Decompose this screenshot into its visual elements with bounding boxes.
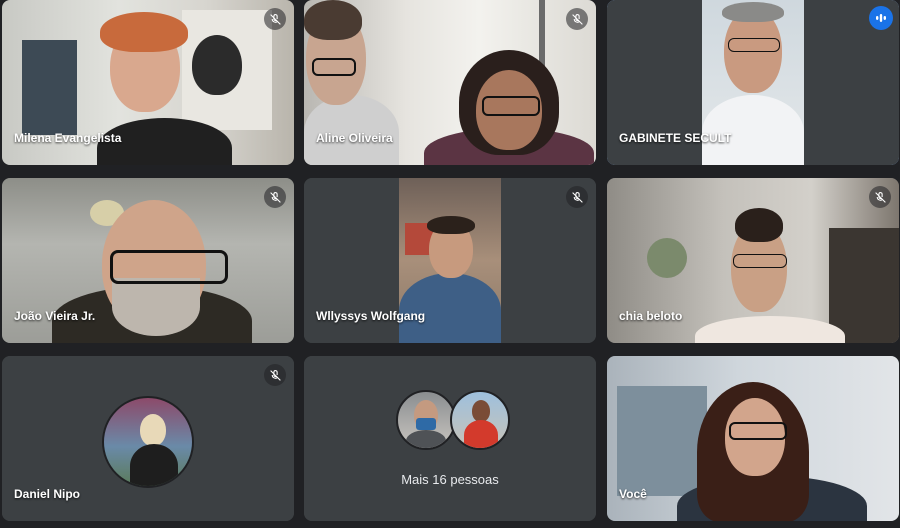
mic-off-icon <box>869 186 891 208</box>
mic-off-icon <box>264 186 286 208</box>
tile-background <box>304 356 596 521</box>
person-hair <box>735 208 783 242</box>
eyeglasses <box>312 58 356 76</box>
participant-tile-milena-evangelista[interactable]: Milena Evangelista <box>2 0 294 165</box>
person-hair <box>304 0 362 40</box>
avatar <box>450 390 510 450</box>
participant-name: Daniel Nipo <box>14 487 81 501</box>
participant-name: Milena Evangelista <box>14 131 122 145</box>
participant-grid: Milena Evangelista Aline Oliveira GABINE… <box>0 0 900 528</box>
participant-name: Você <box>619 487 647 501</box>
avatar <box>102 396 194 488</box>
eyeglasses <box>733 254 787 268</box>
participant-name: Aline Oliveira <box>316 131 393 145</box>
participant-name: chia beloto <box>619 309 683 323</box>
mic-off-icon <box>264 8 286 30</box>
mic-off-icon <box>566 186 588 208</box>
person-hair <box>100 12 188 52</box>
participant-tile-chia-beloto[interactable]: chia beloto <box>607 178 899 343</box>
participant-name: GABINETE SECULT <box>619 131 732 145</box>
more-participants-tile[interactable]: Mais 16 pessoas <box>304 356 596 521</box>
participant-tile-daniel-nipo[interactable]: Daniel Nipo <box>2 356 294 521</box>
eyeglasses <box>110 250 228 284</box>
person-head <box>192 35 242 95</box>
person-body <box>304 95 399 165</box>
plant <box>647 238 687 278</box>
participant-tile-joao-vieira-jr[interactable]: João Vieira Jr. <box>2 178 294 343</box>
eyeglasses <box>482 96 540 116</box>
mic-off-icon <box>264 364 286 386</box>
participant-name: Wllyssys Wolfgang <box>316 309 426 323</box>
participant-name: João Vieira Jr. <box>14 309 96 323</box>
audio-level-icon <box>869 6 893 30</box>
participant-tile-wllyssys-wolfgang[interactable]: Wllyssys Wolfgang <box>304 178 596 343</box>
window <box>617 386 707 496</box>
beard <box>112 278 200 336</box>
more-participants-label: Mais 16 pessoas <box>401 472 499 487</box>
mic-off-icon <box>566 8 588 30</box>
wall-poster <box>22 40 77 135</box>
participant-tile-aline-oliveira[interactable]: Aline Oliveira <box>304 0 596 165</box>
avatar <box>396 390 456 450</box>
eyeglasses <box>729 422 787 440</box>
self-view-tile[interactable]: Você <box>607 356 899 521</box>
shelf <box>829 228 899 343</box>
participant-tile-gabinete-secult[interactable]: GABINETE SECULT <box>607 0 899 165</box>
